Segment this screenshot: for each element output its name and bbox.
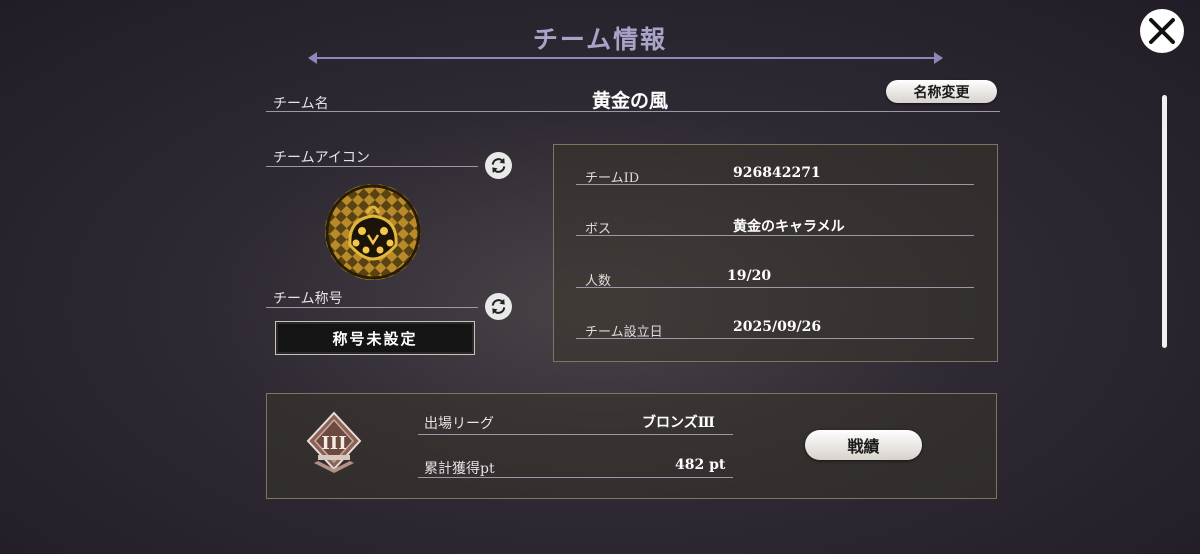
scrollbar[interactable] <box>1162 95 1167 348</box>
league-underline <box>418 434 733 435</box>
info-row-divider <box>576 338 974 339</box>
team-title-underline <box>266 307 478 308</box>
members-value: 19/20 <box>727 268 772 284</box>
ladybug-emblem-icon <box>325 184 421 280</box>
title-divider <box>312 57 942 59</box>
team-icon-label: チームアイコン <box>273 150 370 166</box>
points-underline <box>418 477 733 478</box>
team-title-value[interactable]: 称号未設定 <box>275 321 475 355</box>
info-row-divider <box>576 287 974 288</box>
league-label: 出場リーグ <box>424 416 494 432</box>
team-name: 黄金の風 <box>591 90 668 112</box>
team-title-label: チーム称号 <box>273 291 343 307</box>
divider-arrow-left <box>308 52 317 64</box>
change-icon-button[interactable] <box>485 152 512 179</box>
divider-arrow-right <box>934 52 943 64</box>
boss-value: 黄金のキャラメル <box>733 219 845 235</box>
league-value: ブロンズⅢ <box>642 415 715 431</box>
rename-button[interactable]: 名称変更 <box>886 80 997 103</box>
bronze-league-badge-icon: III <box>306 411 362 473</box>
info-row-divider <box>576 184 974 185</box>
info-row-divider <box>576 235 974 236</box>
team-emblem <box>324 183 422 281</box>
points-value: 482 pt <box>675 457 726 473</box>
points-label: 累計獲得pt <box>424 461 495 477</box>
team-name-label: チーム名 <box>273 96 329 112</box>
founded-value: 2025/09/26 <box>733 319 822 335</box>
record-button[interactable]: 戦績 <box>805 430 922 460</box>
refresh-icon <box>491 157 506 174</box>
team-icon-underline <box>266 166 478 167</box>
team-id-value: 926842271 <box>733 165 821 181</box>
page-title: チーム情報 <box>532 25 668 54</box>
change-title-button[interactable] <box>485 293 512 320</box>
svg-text:III: III <box>321 433 346 454</box>
close-icon <box>1149 18 1175 44</box>
close-button[interactable] <box>1140 9 1184 53</box>
league-badge: III <box>306 411 362 475</box>
refresh-icon <box>491 298 506 315</box>
